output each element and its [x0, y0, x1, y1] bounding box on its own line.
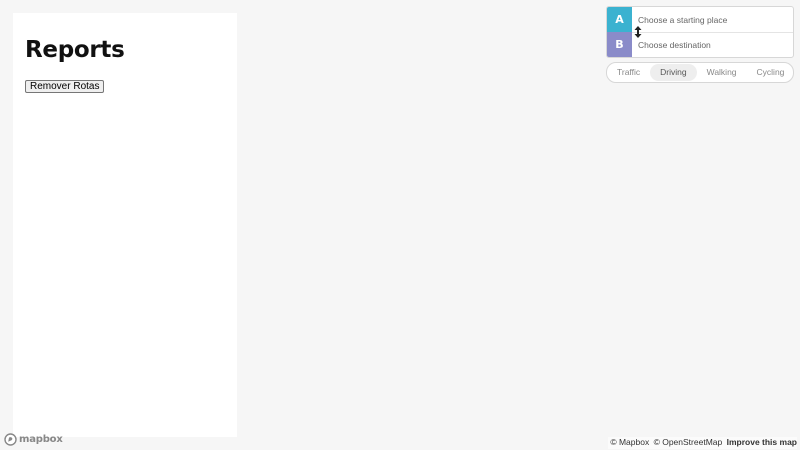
origin-marker: A [607, 7, 632, 32]
osm-attribution-link[interactable]: © OpenStreetMap [654, 437, 723, 447]
tab-walking[interactable]: Walking [697, 64, 747, 81]
destination-input[interactable] [638, 38, 788, 51]
map-attribution: © Mapbox © OpenStreetMap Improve this ma… [608, 437, 797, 449]
destination-marker: B [607, 32, 632, 57]
tab-traffic[interactable]: Traffic [607, 64, 650, 81]
page-title: Reports [25, 37, 125, 63]
improve-map-link[interactable]: Improve this map [727, 437, 797, 447]
mapbox-attribution-link[interactable]: © Mapbox [610, 437, 649, 447]
tab-driving[interactable]: Driving [650, 64, 697, 81]
reports-panel: Reports Remover Rotas [13, 13, 237, 437]
mapbox-logo-text: mapbox [19, 433, 63, 445]
directions-control: A B Traffic Driving Walking Cycling [606, 6, 794, 83]
mapbox-logo[interactable]: mapbox [4, 432, 63, 446]
origin-input[interactable] [638, 13, 788, 26]
mapbox-logo-icon [4, 432, 17, 446]
swap-vertical-icon[interactable] [633, 26, 643, 38]
tab-cycling[interactable]: Cycling [747, 64, 795, 81]
route-inputs: A B [606, 6, 794, 58]
route-profile-tabs: Traffic Driving Walking Cycling [606, 62, 794, 83]
remove-routes-button[interactable]: Remover Rotas [25, 80, 105, 93]
